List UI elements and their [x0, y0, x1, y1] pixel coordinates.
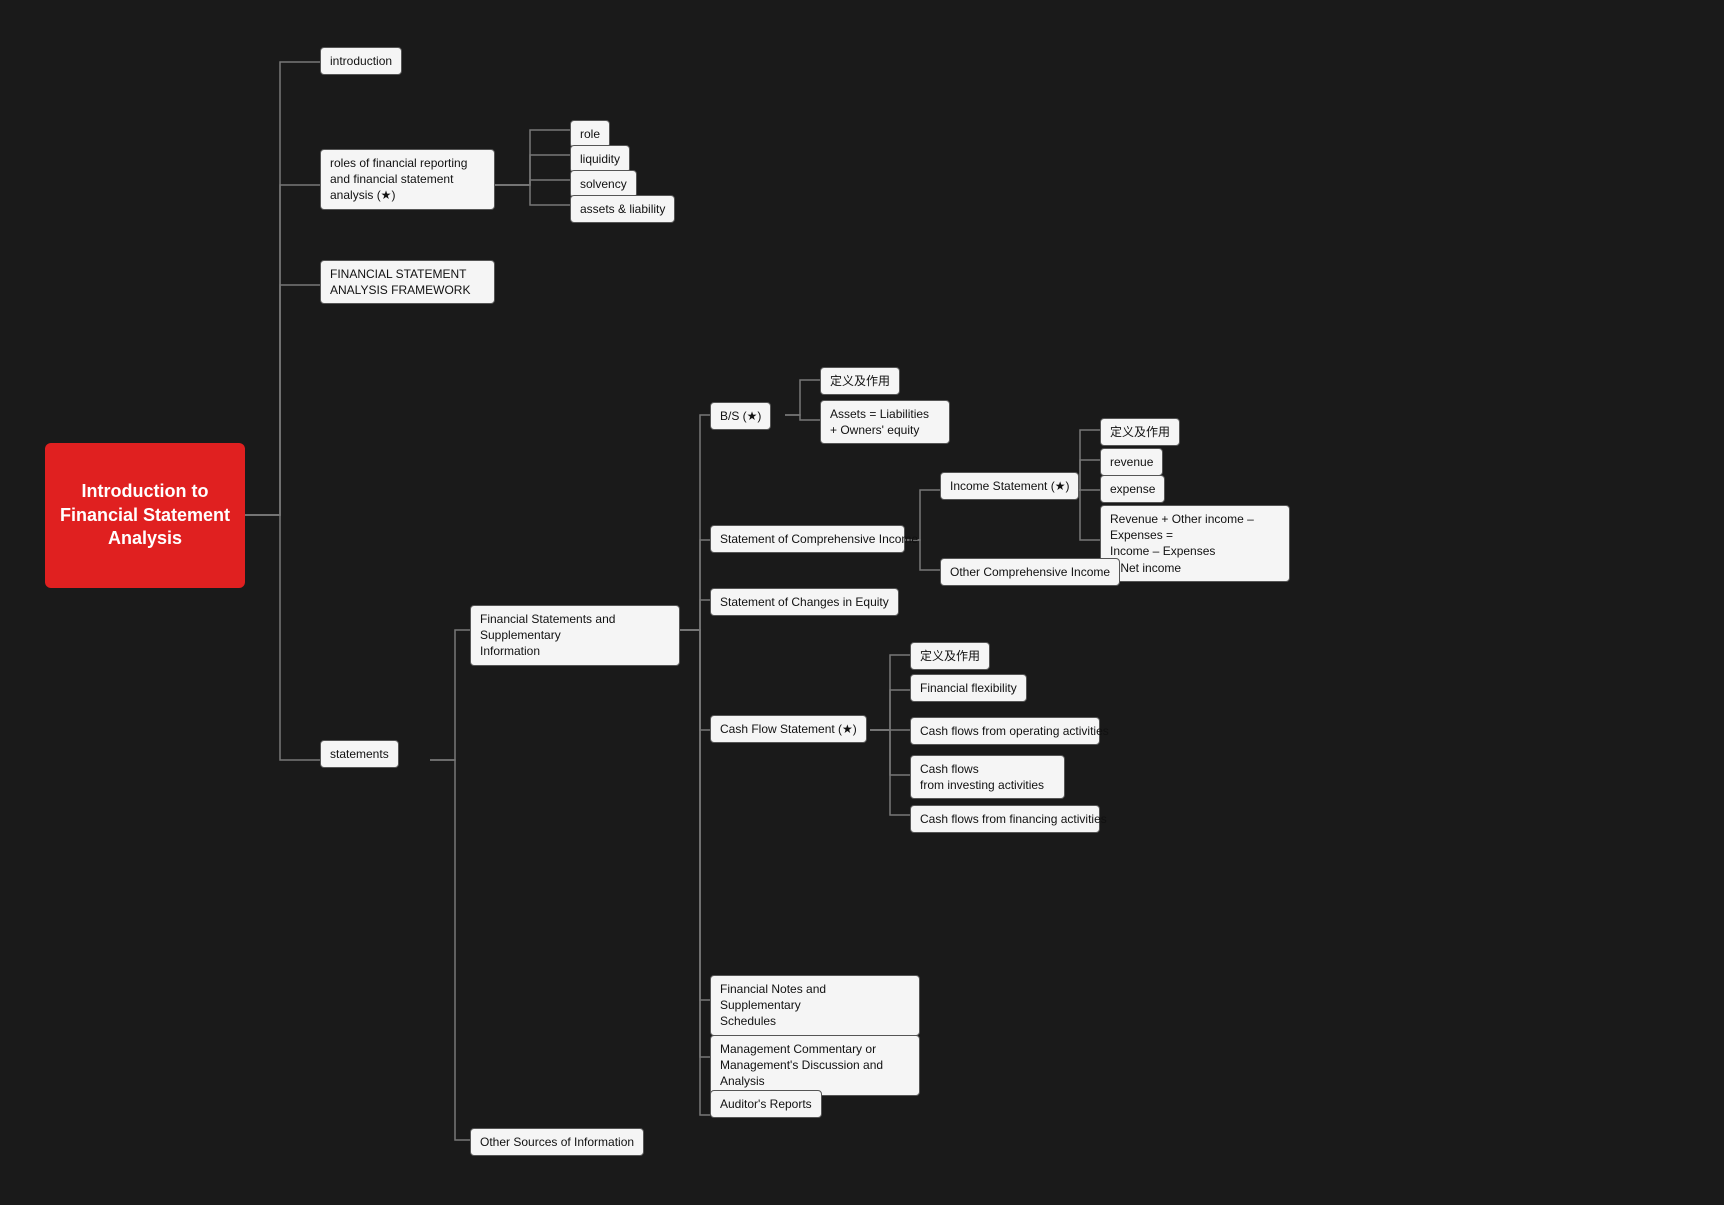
introduction-node: introduction — [320, 47, 402, 75]
bs-node: B/S (★) — [710, 402, 771, 430]
liquidity-node: liquidity — [570, 145, 630, 173]
fin-statements-supp-node: Financial Statements and Supplementary I… — [470, 605, 680, 666]
cash-def-node: 定义及作用 — [910, 642, 990, 670]
framework-node: FINANCIAL STATEMENT ANALYSIS FRAMEWORK — [320, 260, 495, 304]
changes-equity-node: Statement of Changes in Equity — [710, 588, 899, 616]
bs-def-node: 定义及作用 — [820, 367, 900, 395]
income-def-node: 定义及作用 — [1100, 418, 1180, 446]
expense-node: expense — [1100, 475, 1165, 503]
cash-investing-node: Cash flows from investing activities — [910, 755, 1065, 799]
other-comp-income-node: Other Comprehensive Income — [940, 558, 1120, 586]
role-node: role — [570, 120, 610, 148]
mind-map: Introduction to Financial Statement Anal… — [0, 0, 1724, 1205]
income-formula-node: Revenue + Other income – Expenses = Inco… — [1100, 505, 1290, 582]
bs-eq-node: Assets = Liabilities + Owners' equity — [820, 400, 950, 444]
root-node: Introduction to Financial Statement Anal… — [45, 443, 245, 588]
fin-notes-node: Financial Notes and Supplementary Schedu… — [710, 975, 920, 1036]
assets-liability-node: assets & liability — [570, 195, 675, 223]
other-sources-node: Other Sources of Information — [470, 1128, 644, 1156]
cash-financing-node: Cash flows from financing activities — [910, 805, 1100, 833]
mgmt-commentary-node: Management Commentary or Management's Di… — [710, 1035, 920, 1096]
cash-flow-node: Cash Flow Statement (★) — [710, 715, 867, 743]
auditor-node: Auditor's Reports — [710, 1090, 822, 1118]
comp-income-node: Statement of Comprehensive Income — [710, 525, 905, 553]
solvency-node: solvency — [570, 170, 637, 198]
revenue-node: revenue — [1100, 448, 1163, 476]
fin-flexibility-node: Financial flexibility — [910, 674, 1027, 702]
statements-node: statements — [320, 740, 399, 768]
income-stmt-node: Income Statement (★) — [940, 472, 1079, 500]
cash-operating-node: Cash flows from operating activities — [910, 717, 1100, 745]
roles-node: roles of financial reporting and financi… — [320, 149, 495, 210]
